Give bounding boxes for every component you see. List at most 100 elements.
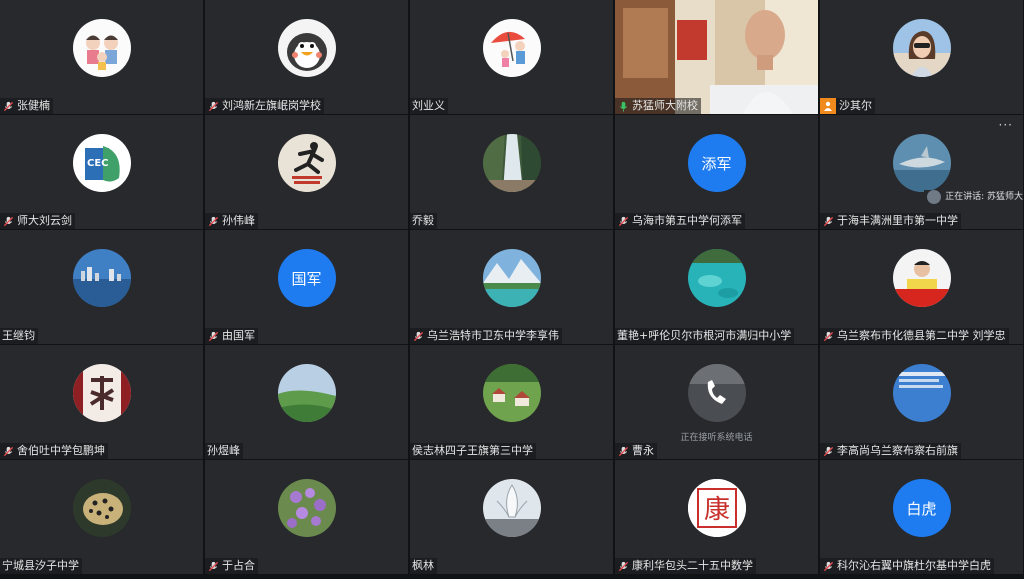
mic-muted-icon <box>823 331 834 341</box>
mic-muted-icon <box>823 216 834 226</box>
participant-name-label: 沙其尔 <box>839 99 872 112</box>
penguin-cartoon-icon <box>277 19 336 77</box>
participant-tile[interactable]: 王继钧 <box>0 230 203 344</box>
participant-tile[interactable]: 李高尚乌兰察布察右前旗 <box>820 345 1023 459</box>
more-options-button[interactable]: ··· <box>999 118 1013 132</box>
participant-name-label: 康利华包头二十五中数学 <box>632 559 753 572</box>
participant-name: 乌兰浩特市卫东中学李享伟 <box>410 328 562 344</box>
participant-name-label: 王继钧 <box>2 329 35 342</box>
participant-tile[interactable]: 正在接听系统电话 曹永 <box>615 345 818 459</box>
participant-name-label: 于占合 <box>222 559 255 572</box>
participant-name: 宁城县汐子中学 <box>0 558 82 574</box>
participant-name-label: 师大刘云剑 <box>17 214 72 227</box>
participant-tile[interactable]: 康 康利华包头二十五中数学 <box>615 460 818 574</box>
participant-name: 乌兰察布市化德县第二中学 刘学忠 <box>820 328 1009 344</box>
mic-muted-icon <box>3 216 14 226</box>
participant-name-label: 张健楠 <box>17 99 50 112</box>
participant-tile[interactable]: 添军 乌海市第五中学何添军 <box>615 115 818 229</box>
participant-tile[interactable]: 宁城县汐子中学 <box>0 460 203 574</box>
participant-tile[interactable]: 舍伯吐中学包鹏坤 <box>0 345 203 459</box>
active-speaker-indicator: 正在讲话: 苏猛师大 <box>924 190 1023 204</box>
mic-muted-icon <box>208 331 219 341</box>
participant-name: 科尔沁右翼中旗杜尔基中学白虎 <box>820 558 994 574</box>
participant-tile[interactable]: 张健楠 <box>0 0 203 114</box>
mic-muted-icon <box>208 101 219 111</box>
participant-name: 沙其尔 <box>820 98 875 114</box>
mic-muted-icon <box>823 561 834 571</box>
participant-name-label: 侯志林四子王旗第三中学 <box>412 444 533 457</box>
mic-muted-icon <box>208 561 219 571</box>
participant-name: 刘业义 <box>410 98 448 114</box>
participant-tile[interactable]: 乌兰浩特市卫东中学李享伟 <box>410 230 613 344</box>
participant-name: 张健楠 <box>0 98 53 114</box>
phone-icon <box>687 364 746 422</box>
mountain-lake-icon <box>482 249 541 307</box>
participant-tile[interactable]: 于占合 <box>205 460 408 574</box>
waterfall-icon <box>482 134 541 192</box>
participant-name-label: 枫林 <box>412 559 434 572</box>
participant-name-label: 孙伟峰 <box>222 214 255 227</box>
participant-name-label: 李高尚乌兰察布察右前旗 <box>837 444 958 457</box>
text-avatar: 白虎 <box>892 479 951 537</box>
participant-name-label: 苏猛师大附校 <box>632 99 698 112</box>
participant-tile[interactable]: 孙煜峰 <box>205 345 408 459</box>
mic-muted-icon <box>3 101 14 111</box>
participant-name-label: 刘鸿新左旗岷岗学校 <box>222 99 321 112</box>
participant-name: 曹永 <box>615 443 657 459</box>
participant-name: 董艳+呼伦贝尔市根河市满归中小学 <box>615 328 795 344</box>
participant-name-label: 乌兰察布市化德县第二中学 刘学忠 <box>837 329 1006 342</box>
participant-name: 孙伟峰 <box>205 213 258 229</box>
participant-video-tile[interactable]: 苏猛师大附校 <box>615 0 818 114</box>
participant-name: 于占合 <box>205 558 258 574</box>
turquoise-water-icon <box>687 249 746 307</box>
participant-tile[interactable]: 乌兰察布市化德县第二中学 刘学忠 <box>820 230 1023 344</box>
speaking-label: 正在讲话: 苏猛师大 <box>945 192 1023 202</box>
sculpture-icon <box>482 479 541 537</box>
participant-tile[interactable]: 刘业义 <box>410 0 613 114</box>
participant-name: 舍伯吐中学包鹏坤 <box>0 443 108 459</box>
participant-tile[interactable]: 侯志林四子王旗第三中学 <box>410 345 613 459</box>
flowers-icon <box>277 479 336 537</box>
participant-tile[interactable]: 沙其尔 <box>820 0 1023 114</box>
participant-tile[interactable]: 白虎 科尔沁右翼中旗杜尔基中学白虎 <box>820 460 1023 574</box>
participant-name-label: 孙煜峰 <box>207 444 240 457</box>
participant-tile[interactable]: 董艳+呼伦贝尔市根河市满归中小学 <box>615 230 818 344</box>
participant-name-label: 科尔沁右翼中旗杜尔基中学白虎 <box>837 559 991 572</box>
city-skyline-icon <box>72 249 131 307</box>
participant-name-label: 董艳+呼伦贝尔市根河市满归中小学 <box>617 329 792 342</box>
participant-tile[interactable]: 刘鸿新左旗岷岗学校 <box>205 0 408 114</box>
participant-name: 刘鸿新左旗岷岗学校 <box>205 98 324 114</box>
participant-name-label: 刘业义 <box>412 99 445 112</box>
participant-name: 康利华包头二十五中数学 <box>615 558 756 574</box>
text-avatar: 国军 <box>277 249 336 307</box>
participant-name: 苏猛师大附校 <box>615 98 701 114</box>
leopard-icon <box>72 479 131 537</box>
participant-name: 乌海市第五中学何添军 <box>615 213 745 229</box>
participant-tile[interactable]: CEC 师大刘云剑 <box>0 115 203 229</box>
mic-muted-icon <box>618 446 629 456</box>
mic-muted-icon <box>823 446 834 456</box>
mic-muted-icon <box>208 216 219 226</box>
kang-seal-icon: 康 <box>687 479 746 537</box>
svg-text:CEC: CEC <box>87 158 109 169</box>
woman-photo-icon <box>892 19 951 77</box>
grassland-icon <box>277 364 336 422</box>
participant-name-label: 宁城县汐子中学 <box>2 559 79 572</box>
participant-name-label: 乔毅 <box>412 214 434 227</box>
participant-tile[interactable]: 枫林 <box>410 460 613 574</box>
participant-name: 王继钧 <box>0 328 38 344</box>
mic-muted-icon <box>618 216 629 226</box>
child-photo-icon <box>892 249 951 307</box>
participant-tile[interactable]: 乔毅 <box>410 115 613 229</box>
shark-icon <box>892 134 951 192</box>
participant-name-label: 舍伯吐中学包鹏坤 <box>17 444 105 457</box>
participant-name: 侯志林四子王旗第三中学 <box>410 443 536 459</box>
participant-name: 枫林 <box>410 558 437 574</box>
participant-tile[interactable]: 孙伟峰 <box>205 115 408 229</box>
participant-name-label: 乌海市第五中学何添军 <box>632 214 742 227</box>
participant-name: 李高尚乌兰察布察右前旗 <box>820 443 961 459</box>
speaker-avatar-icon <box>927 190 942 204</box>
participant-tile[interactable]: ··· 正在讲话: 苏猛师大 于海丰满洲里市第一中学 <box>820 115 1023 229</box>
mic-muted-icon <box>413 331 424 341</box>
participant-tile[interactable]: 国军 由国军 <box>205 230 408 344</box>
